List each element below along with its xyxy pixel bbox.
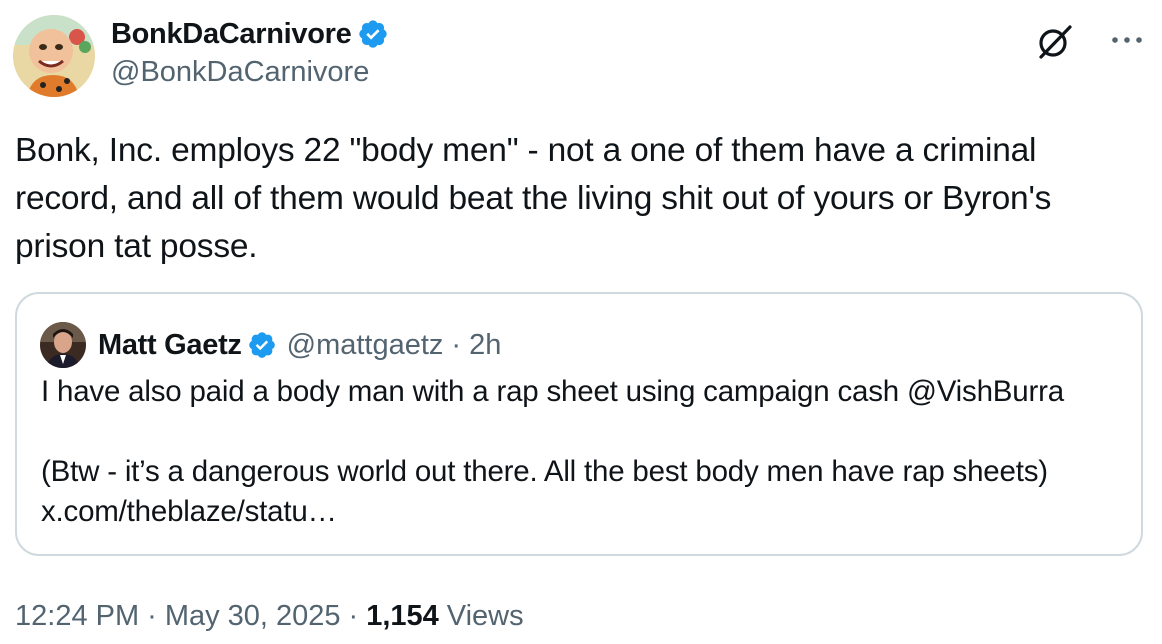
post-date[interactable]: May 30, 2025 <box>165 600 341 633</box>
author-display-name[interactable]: BonkDaCarnivore <box>111 18 352 51</box>
verified-badge-icon <box>357 18 389 50</box>
meta-separator: · <box>348 599 359 632</box>
quoted-display-name[interactable]: Matt Gaetz <box>98 329 242 362</box>
more-icon[interactable] <box>1105 25 1149 55</box>
views-label: Views <box>446 599 524 632</box>
quoted-timestamp[interactable]: 2h <box>469 329 501 362</box>
views-count: 1,154 <box>366 599 439 632</box>
meta-separator: · <box>147 599 157 632</box>
quoted-separator: · <box>451 328 462 361</box>
quoted-tweet[interactable]: Matt Gaetz @mattgaetz · 2h I have also p… <box>15 292 1143 556</box>
quoted-text: I have also paid a body man with a rap s… <box>41 375 1064 528</box>
grok-icon[interactable] <box>1036 22 1074 60</box>
post-time[interactable]: 12:24 PM <box>15 600 139 633</box>
tweet-meta: 12:24 PM · May 30, 2025 · 1,154 Views <box>15 594 524 638</box>
quoted-avatar[interactable] <box>40 322 86 368</box>
author-handle[interactable]: @BonkDaCarnivore <box>111 56 369 89</box>
quoted-header: Matt Gaetz @mattgaetz · 2h <box>98 322 501 368</box>
tweet-text: Bonk, Inc. employs 22 "body men" - not a… <box>15 132 1061 265</box>
verified-badge-icon <box>247 330 277 360</box>
author-name-row[interactable]: BonkDaCarnivore <box>111 14 389 54</box>
author-avatar[interactable] <box>13 15 95 97</box>
quoted-handle[interactable]: @mattgaetz <box>287 329 444 362</box>
